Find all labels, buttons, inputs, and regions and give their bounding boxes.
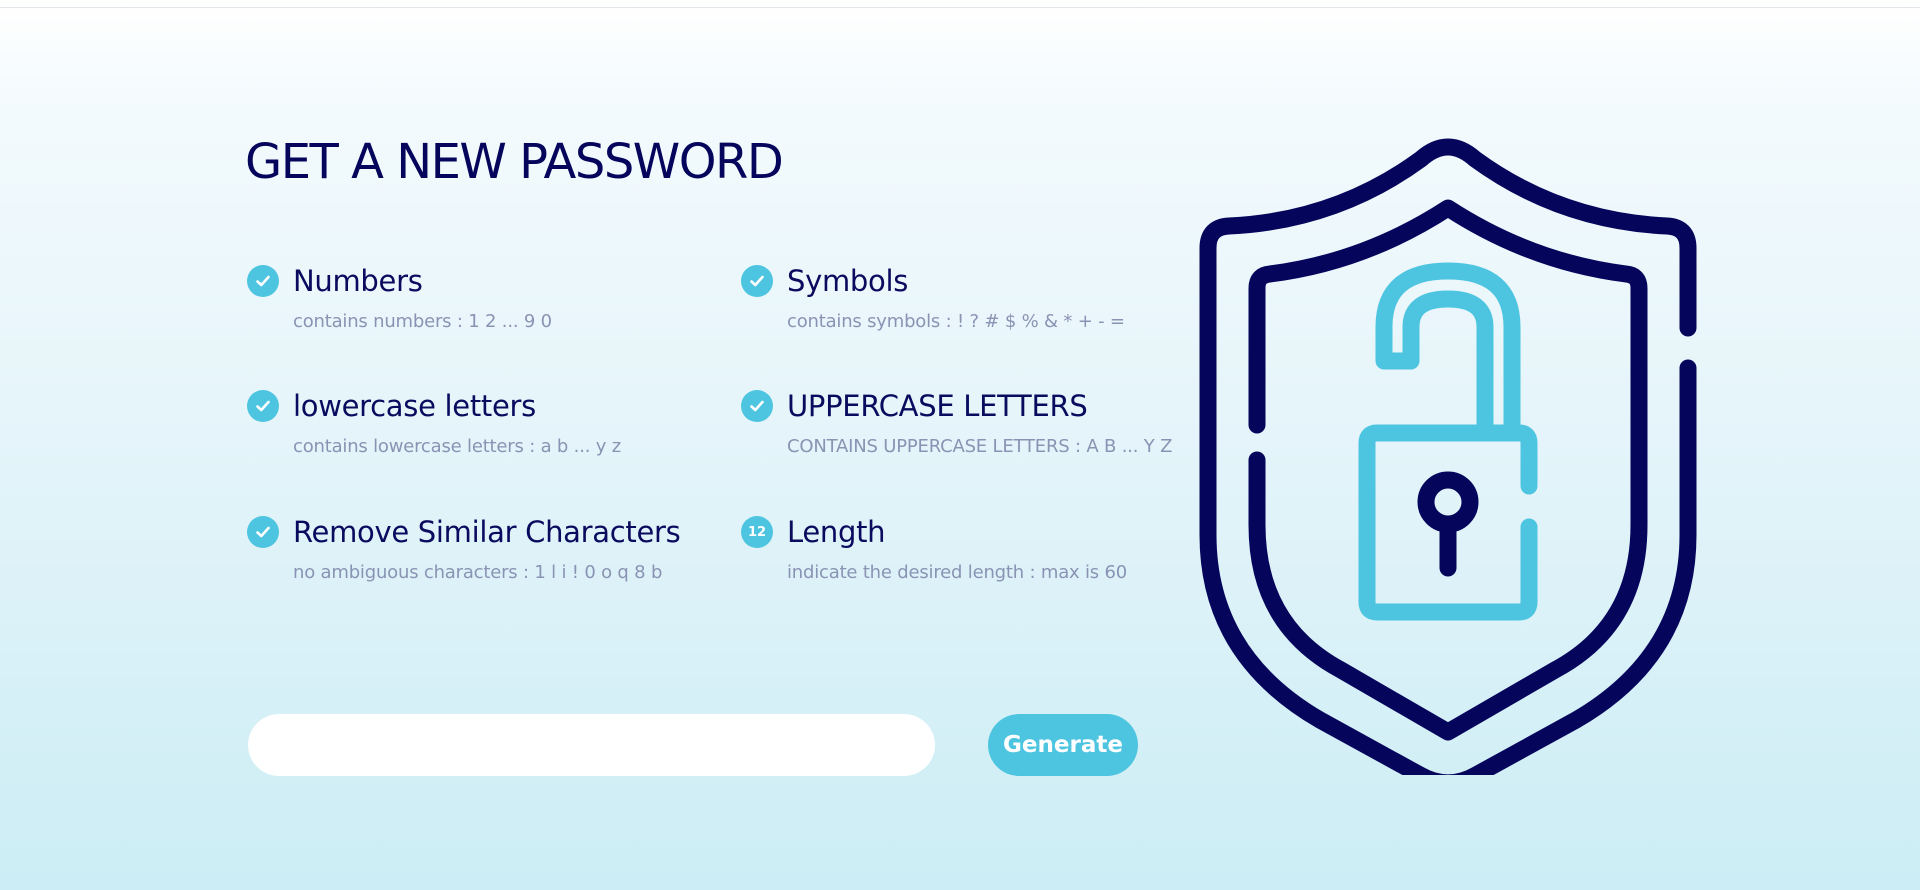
check-icon	[256, 400, 270, 412]
length-title: Length	[787, 515, 886, 549]
lowercase-checkbox[interactable]	[247, 390, 279, 422]
numbers-description: contains numbers : 1 2 ... 9 0	[293, 311, 552, 332]
check-icon	[750, 275, 764, 287]
remove-similar-checkbox[interactable]	[247, 516, 279, 548]
numbers-title: Numbers	[293, 264, 423, 298]
password-output-field[interactable]	[248, 714, 935, 776]
length-description: indicate the desired length : max is 60	[787, 562, 1128, 583]
check-icon	[750, 400, 764, 412]
numbers-checkbox[interactable]	[247, 265, 279, 297]
remove-similar-description: no ambiguous characters : 1 l i ! 0 o q …	[293, 562, 663, 583]
remove-similar-title: Remove Similar Characters	[293, 515, 681, 549]
uppercase-description: CONTAINS UPPERCASE LETTERS : A B ... Y Z	[787, 436, 1173, 457]
page-title: GET A NEW PASSWORD	[245, 134, 784, 190]
generate-button[interactable]: Generate	[988, 714, 1138, 776]
top-divider	[0, 7, 1920, 8]
symbols-checkbox[interactable]	[741, 265, 773, 297]
length-value-badge[interactable]: 12	[741, 516, 773, 548]
symbols-title: Symbols	[787, 264, 909, 298]
shield-unlocked-padlock-icon	[1199, 138, 1697, 775]
lowercase-title: lowercase letters	[293, 389, 536, 423]
uppercase-title: UPPERCASE LETTERS	[787, 389, 1088, 423]
uppercase-checkbox[interactable]	[741, 390, 773, 422]
check-icon	[256, 526, 270, 538]
symbols-description: contains symbols : ! ? # $ % & * + - =	[787, 311, 1125, 332]
lowercase-description: contains lowercase letters : a b ... y z	[293, 436, 621, 457]
check-icon	[256, 275, 270, 287]
